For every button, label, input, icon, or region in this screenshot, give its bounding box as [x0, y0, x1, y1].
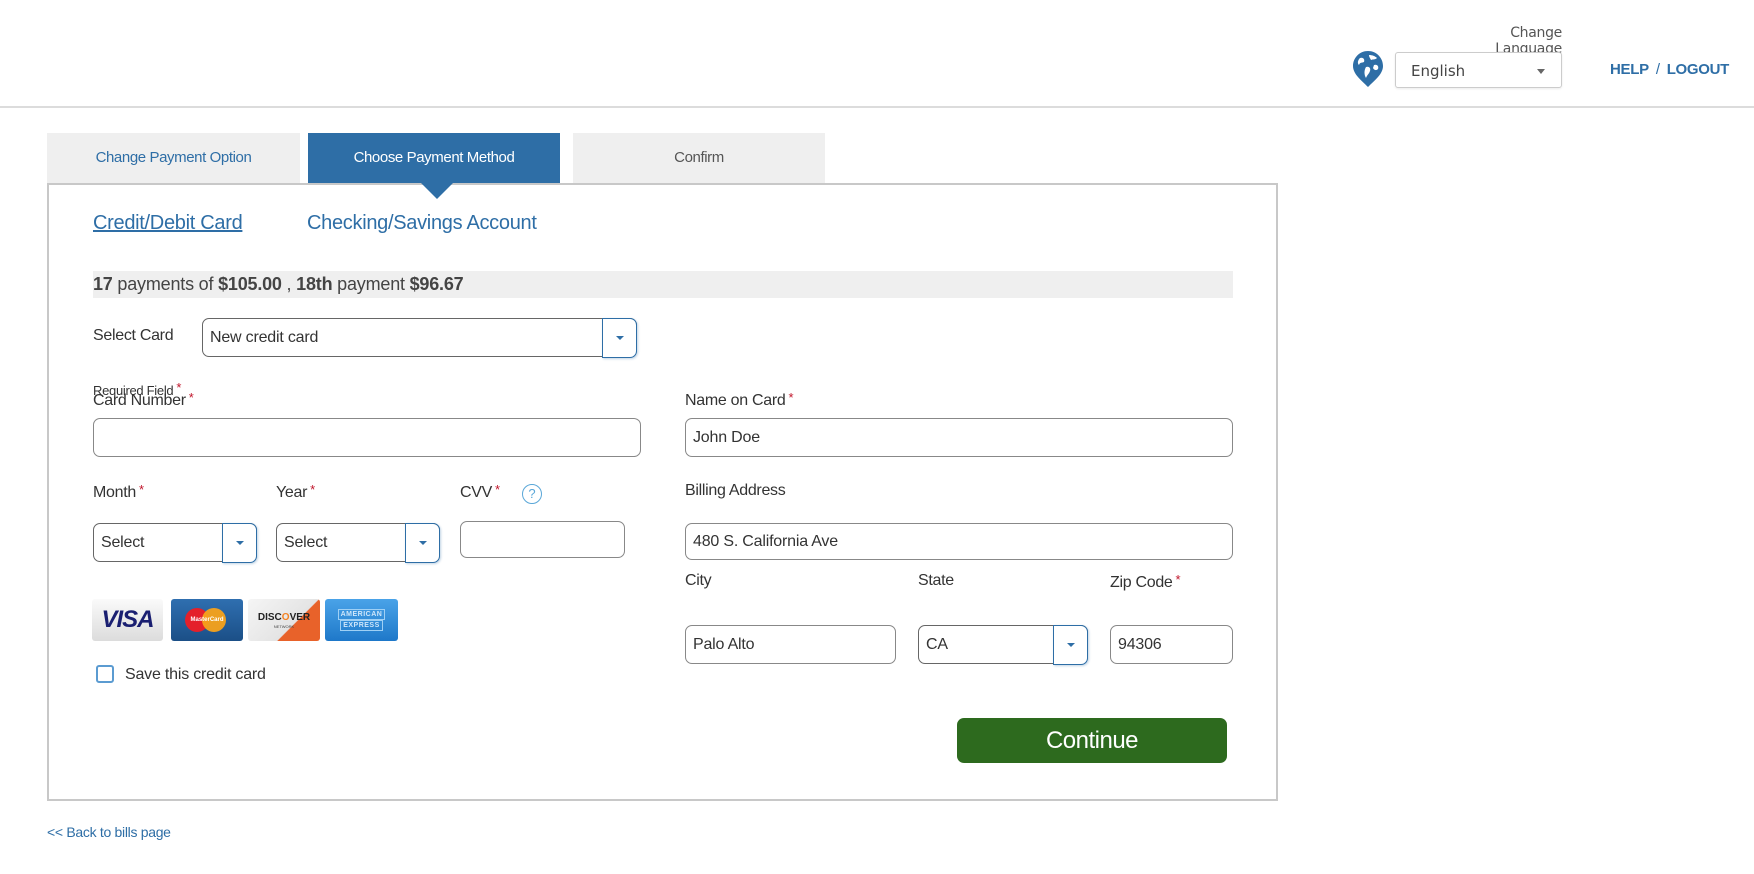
- chevron-down-icon[interactable]: [222, 522, 257, 563]
- city-label: City: [685, 572, 712, 589]
- payment-plan-summary: 17 payments of $105.00 , 18th payment $9…: [93, 271, 1233, 298]
- card-number-label: Card Number *: [93, 390, 194, 409]
- tab-change-payment-option[interactable]: Change Payment Option: [47, 133, 300, 183]
- select-card-value: New credit card: [210, 328, 319, 346]
- name-on-card-label: Name on Card *: [685, 390, 794, 409]
- chevron-down-icon[interactable]: [1053, 624, 1088, 665]
- cvv-input[interactable]: [460, 521, 625, 558]
- caret-down-icon: [1537, 69, 1545, 74]
- billing-address-label: Billing Address: [685, 482, 786, 499]
- billing-address-input[interactable]: 480 S. California Ave: [685, 523, 1233, 560]
- zip-code-label: Zip Code *: [1110, 572, 1181, 591]
- state-label: State: [918, 572, 954, 589]
- plan-final-amount: $96.67: [409, 274, 464, 294]
- globe-pin-icon: [1353, 51, 1383, 87]
- year-label: Year *: [276, 482, 315, 501]
- plan-amount: $105.00: [218, 274, 282, 294]
- card-number-input[interactable]: [93, 418, 641, 457]
- continue-button[interactable]: Continue: [957, 718, 1227, 763]
- save-card-checkbox[interactable]: [96, 665, 114, 683]
- visa-logo-icon: VISA: [92, 599, 163, 641]
- tab-confirm[interactable]: Confirm: [573, 133, 825, 183]
- cvv-label: CVV *: [460, 482, 500, 501]
- month-select[interactable]: Select: [93, 522, 257, 563]
- link-separator: /: [1655, 61, 1660, 78]
- cvv-help-icon[interactable]: ?: [522, 484, 542, 504]
- logout-link[interactable]: LOGOUT: [1667, 61, 1730, 78]
- top-header: Change Language English HELP / LOGOUT: [0, 0, 1754, 108]
- top-links: HELP / LOGOUT: [1610, 61, 1729, 78]
- chevron-down-icon[interactable]: [405, 522, 440, 563]
- help-link[interactable]: HELP: [1610, 61, 1649, 78]
- year-select[interactable]: Select: [276, 522, 440, 563]
- discover-logo-icon: DISCOVER NETWORK: [248, 599, 320, 641]
- zip-code-input[interactable]: 94306: [1110, 625, 1233, 664]
- amex-logo-icon: AMERICAN EXPRESS: [325, 599, 398, 641]
- select-card-label: Select Card: [93, 327, 174, 344]
- city-input[interactable]: Palo Alto: [685, 625, 896, 664]
- chevron-down-icon[interactable]: [602, 317, 637, 358]
- active-tab-pointer: [421, 183, 453, 199]
- plan-final-ordinal: 18th: [296, 274, 333, 294]
- name-on-card-input[interactable]: John Doe: [685, 418, 1233, 457]
- language-select[interactable]: English: [1395, 52, 1562, 88]
- save-card-label[interactable]: Save this credit card: [125, 666, 266, 684]
- tab-choose-payment-method[interactable]: Choose Payment Method: [308, 133, 560, 183]
- select-card-dropdown[interactable]: New credit card: [202, 317, 637, 358]
- checking-savings-account-link[interactable]: Checking/Savings Account: [307, 212, 537, 235]
- plan-count: 17: [93, 274, 113, 294]
- language-select-value: English: [1411, 62, 1466, 80]
- state-select[interactable]: CA: [918, 624, 1088, 665]
- back-to-bills-link[interactable]: << Back to bills page: [47, 824, 171, 840]
- credit-debit-card-link[interactable]: Credit/Debit Card: [93, 212, 243, 235]
- mastercard-logo-icon: MasterCard: [171, 599, 243, 641]
- month-label: Month *: [93, 482, 144, 501]
